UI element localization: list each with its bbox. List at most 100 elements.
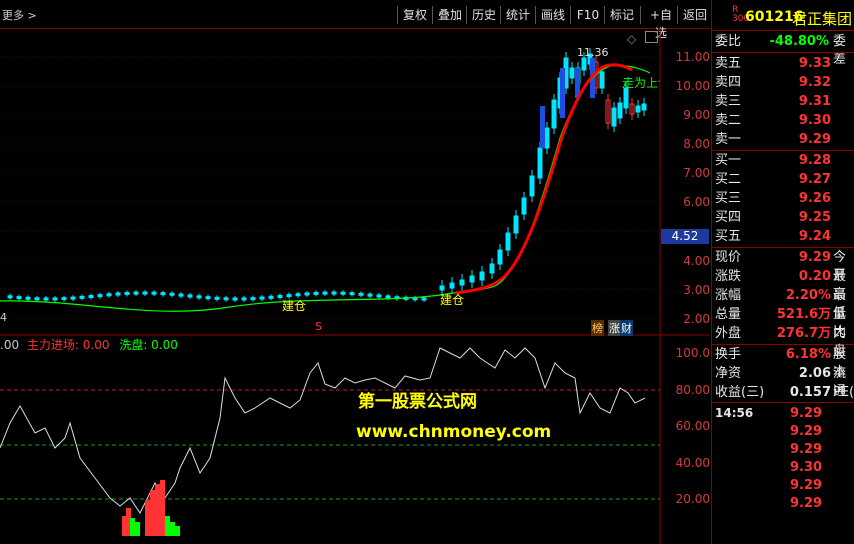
candle-body	[241, 297, 247, 301]
row-value: 9.29	[798, 132, 831, 147]
ind-y-label: 60.00	[675, 419, 710, 433]
row-label: 卖三	[715, 94, 742, 109]
y-label: 3.00	[683, 283, 710, 297]
row-value: 9.29	[798, 250, 831, 265]
weibi-row: 委比 -48.80% 委差	[715, 33, 854, 67]
candle-body	[505, 232, 511, 251]
legend-prefix: .00	[0, 338, 20, 352]
quote-stats-row: 总量 521.6万 量比	[715, 306, 854, 340]
wash-bar	[135, 522, 140, 536]
row-label: 买五	[715, 229, 742, 244]
y-label: 7.00	[683, 166, 710, 180]
candle-body	[133, 291, 139, 295]
quote-sells-row: 卖二 9.30	[715, 112, 854, 130]
tag-cai[interactable]: 财	[620, 320, 633, 336]
row-label: 买四	[715, 210, 742, 225]
candle-body	[295, 293, 301, 297]
indicator-y-axis: 100.0 80.00 60.00 40.00 20.00	[660, 340, 710, 520]
y-label: 11.00	[675, 50, 710, 64]
indicator-legend: .00 主力进场: 0.00 洗盘: 0.00	[0, 336, 178, 352]
candle-body	[169, 292, 175, 296]
candle-body	[52, 297, 58, 301]
candle-body	[259, 296, 265, 300]
ind-y-label: 20.00	[675, 492, 710, 506]
candle-body	[331, 291, 337, 295]
more-menu[interactable]: 更多 >	[2, 7, 37, 23]
candle-body	[151, 291, 157, 295]
candle-body	[7, 295, 13, 299]
ind-y-label: 40.00	[675, 456, 710, 470]
y-label: 10.00	[675, 79, 710, 93]
candle-body	[43, 297, 49, 301]
row-value: 9.25	[798, 210, 831, 225]
tb-button-back[interactable]: 返回	[677, 6, 712, 24]
row-label: 总量	[715, 307, 742, 322]
signal-bar	[560, 68, 565, 118]
quote-buys-row: 买三 9.26	[715, 190, 854, 208]
high-price-marker: 11.36	[577, 46, 609, 59]
divider	[712, 52, 854, 53]
quote-stats2-row: 收益(三) 0.157PE(动	[715, 384, 854, 402]
candle-body	[97, 294, 103, 298]
diamond-icon[interactable]: ◇	[627, 32, 636, 46]
quote-stats-row: 外盘 276.7万 内盘	[715, 325, 854, 359]
quote-stats2-row: 净资 2.06 流通	[715, 365, 854, 399]
row-value: 276.7万	[776, 326, 831, 341]
candle-body	[124, 291, 130, 295]
tag-bang[interactable]: 榜	[591, 320, 604, 336]
quote-stats-row: 涨跌 0.20 最高	[715, 268, 854, 302]
s-marker: S	[315, 320, 322, 333]
row-label: 买一	[715, 153, 742, 168]
tb-button-huaxian[interactable]: 画线	[535, 6, 570, 24]
candle-body	[497, 249, 503, 265]
row-value: 9.27	[798, 172, 831, 187]
row-label: 买三	[715, 191, 742, 206]
tb-button-diejia[interactable]: 叠加	[432, 6, 467, 24]
candle-body	[178, 293, 184, 297]
y-label: 8.00	[683, 137, 710, 151]
tb-button-lishi[interactable]: 历史	[466, 6, 501, 24]
quote-sells-row: 卖四 9.32	[715, 74, 854, 92]
weibi-label: 委比	[715, 34, 742, 49]
candle-body	[160, 292, 166, 296]
row-value: 9.30	[798, 113, 831, 128]
window-toggle-icon[interactable]	[645, 31, 658, 43]
row-value: 0.157	[789, 385, 831, 400]
quote-stats2-row: 换手 6.18% 股本	[715, 346, 854, 380]
candle-body	[115, 292, 121, 296]
tick-price: 9.30	[790, 460, 823, 475]
row-label: 净资	[715, 366, 742, 381]
tb-button-tongji[interactable]: 统计	[500, 6, 535, 24]
candle-body	[367, 293, 373, 297]
tb-button-biaoji[interactable]: 标记	[604, 6, 639, 24]
candle-body	[358, 292, 364, 296]
row-extra: PE(动	[833, 385, 854, 400]
quote-buys-row: 买五 9.24	[715, 228, 854, 246]
candle-body	[537, 147, 543, 179]
wash-bar	[130, 518, 135, 536]
candle-body	[544, 127, 550, 149]
kline-chart-area[interactable]	[0, 28, 710, 544]
candle-body	[469, 275, 475, 283]
candle-body	[459, 279, 465, 286]
quote-sells-row: 卖三 9.31	[715, 93, 854, 111]
candle-body	[340, 291, 346, 295]
tb-button-fuquan[interactable]: 复权	[397, 6, 432, 24]
signal-bar	[540, 106, 545, 148]
row-value: 9.31	[798, 94, 831, 109]
weibi-value: -48.80%	[769, 34, 829, 49]
candle-body	[34, 297, 40, 301]
candle-body	[304, 292, 310, 296]
tb-button-f10[interactable]: F10	[570, 6, 605, 24]
quote-sells-row: 卖五 9.33	[715, 55, 854, 73]
divider	[712, 402, 854, 403]
candle-body	[385, 295, 391, 299]
quote-buys-row: 买二 9.27	[715, 171, 854, 189]
row-value: 9.32	[798, 75, 831, 90]
y-label: 9.00	[683, 108, 710, 122]
tick-price: 9.29	[790, 496, 823, 511]
tb-button-add-favorite[interactable]: +自选	[640, 6, 681, 40]
quote-stats-row: 涨幅 2.20% 最低	[715, 287, 854, 321]
row-label: 卖二	[715, 113, 742, 128]
candle-body	[205, 296, 211, 300]
